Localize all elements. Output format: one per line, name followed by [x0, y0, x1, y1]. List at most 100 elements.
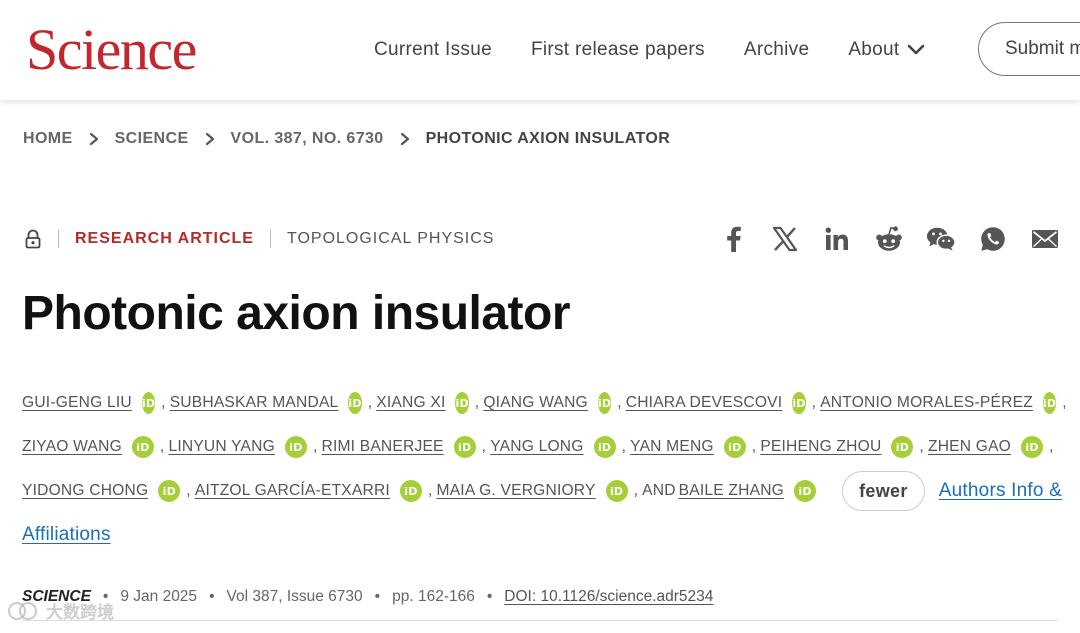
orcid-icon[interactable]: iD [158, 480, 181, 502]
author-link[interactable]: QIANG WANG [483, 394, 588, 412]
author-link[interactable]: ZIYAO WANG [22, 438, 122, 456]
author-separator: , [159, 438, 165, 455]
submit-manuscript-button[interactable]: Submit m [978, 22, 1080, 76]
orcid-icon[interactable]: iD [794, 480, 816, 502]
chevron-down-icon [908, 44, 925, 55]
nav-current-issue[interactable]: Current Issue [374, 39, 492, 61]
orcid-icon[interactable]: iD [348, 392, 362, 414]
author-separator: , [633, 482, 639, 499]
nav-archive[interactable]: Archive [744, 39, 809, 61]
site-header: Science Current Issue First release pape… [0, 0, 1080, 100]
watermark-text: 大数跨境 [46, 603, 114, 622]
whatsapp-icon[interactable] [978, 224, 1008, 254]
email-icon[interactable] [1030, 224, 1060, 254]
breadcrumb: HOME SCIENCE VOL. 387, NO. 6730 PHOTONIC… [23, 130, 670, 148]
author-list: GUI-GENG LIU iD, SUBHASKAR MANDAL iD, XIANG … [22, 381, 1067, 557]
authors-info-link[interactable]: Authors Info & [939, 480, 1062, 502]
author-separator: , [621, 438, 627, 455]
orcid-icon[interactable]: iD [1042, 392, 1057, 414]
orcid-icon[interactable]: iD [723, 436, 746, 458]
divider [58, 230, 59, 248]
orcid-icon[interactable]: iD [593, 436, 616, 458]
breadcrumb-science[interactable]: SCIENCE [115, 130, 189, 148]
citation-line: SCIENCE • 9 Jan 2025 • Vol 387, Issue 67… [22, 588, 713, 606]
watermark: 大数跨境 [6, 598, 114, 623]
fewer-authors-button[interactable]: fewer [842, 471, 925, 511]
separator-dot: • [374, 588, 381, 605]
author-separator: , [161, 394, 166, 411]
author-link[interactable]: AITZOL GARCÍA-ETXARRI [195, 482, 390, 500]
orcid-icon[interactable]: iD [453, 436, 476, 458]
orcid-icon[interactable]: iD [792, 392, 806, 414]
and-conjunction: AND [642, 482, 676, 499]
author-separator: , [919, 438, 924, 455]
author-link[interactable]: YAN MENG [630, 438, 714, 456]
divider [22, 620, 1058, 621]
orcid-icon[interactable]: iD [131, 436, 154, 458]
chevron-right-icon [400, 132, 410, 146]
author-link[interactable]: CHIARA DEVESCOVI [626, 394, 783, 412]
author-group: YIDONG CHONG iD, AITZOL GARCÍA-ETXARRI iD, M… [22, 480, 822, 502]
author-link[interactable]: YIDONG CHONG [22, 482, 148, 500]
orcid-icon[interactable]: iD [1021, 436, 1044, 458]
lock-icon [24, 229, 42, 249]
breadcrumb-volume[interactable]: VOL. 387, NO. 6730 [231, 130, 384, 148]
chevron-right-icon [89, 132, 99, 146]
volume-issue[interactable]: Vol 387, Issue 6730 [227, 588, 363, 606]
author-separator: , [1049, 438, 1054, 455]
orcid-icon[interactable]: iD [284, 436, 307, 458]
separator-dot: • [209, 588, 215, 605]
nav-first-release[interactable]: First release papers [531, 39, 705, 61]
author-separator: , [811, 394, 817, 411]
author-link[interactable]: MAIA G. VERGNIORY [437, 482, 596, 500]
author-link[interactable]: ZHEN GAO [928, 438, 1011, 456]
orcid-icon[interactable]: iD [605, 480, 628, 502]
main-nav: Current Issue First release papers Archi… [374, 0, 964, 100]
reddit-icon[interactable] [874, 224, 904, 254]
separator-dot: • [486, 588, 493, 605]
article-title: Photonic axion insulator [22, 287, 571, 340]
wechat-icon[interactable] [926, 224, 956, 254]
breadcrumb-home[interactable]: HOME [23, 130, 73, 148]
orcid-icon[interactable]: iD [891, 436, 914, 458]
author-line-4: Affiliations [22, 513, 1062, 557]
science-logo[interactable]: Science [26, 14, 197, 86]
page-range: pp. 162-166 [392, 588, 475, 605]
author-line-2: ZIYAO WANG iD, LINYUN YANG iD, RIMI BANERJEE… [22, 425, 1062, 469]
facebook-icon[interactable] [718, 224, 748, 254]
author-separator: , [186, 482, 191, 499]
orcid-icon[interactable]: iD [455, 392, 469, 414]
author-link[interactable]: XIANG XI [376, 394, 445, 412]
author-link[interactable]: LINYUN YANG [168, 438, 274, 456]
author-separator: , [481, 438, 487, 455]
author-link[interactable]: GUI-GENG LIU [22, 394, 132, 412]
author-link[interactable]: BAILE ZHANG [679, 482, 784, 500]
watermark-logo-icon [6, 600, 42, 622]
divider [269, 230, 271, 248]
chevron-right-icon [205, 132, 215, 146]
author-separator: , [751, 438, 757, 455]
nav-about[interactable]: About [848, 39, 925, 61]
article-type[interactable]: RESEARCH ARTICLE [75, 230, 254, 248]
author-separator: , [474, 394, 480, 411]
author-link[interactable]: YANG LONG [490, 438, 583, 456]
breadcrumb-current: PHOTONIC AXION INSULATOR [425, 130, 671, 147]
author-separator: , [617, 394, 622, 411]
author-link[interactable]: PEIHENG ZHOU [760, 438, 881, 456]
author-link[interactable]: SUBHASKAR MANDAL [170, 394, 339, 412]
author-line-1: GUI-GENG LIU iD, SUBHASKAR MANDAL iD, XIANG … [22, 381, 1067, 425]
orcid-icon[interactable]: iD [141, 392, 156, 414]
author-link[interactable]: ANTONIO MORALES-PÉREZ [820, 394, 1033, 412]
author-separator: , [312, 438, 318, 455]
share-bar [718, 224, 1060, 254]
orcid-icon[interactable]: iD [399, 480, 422, 502]
article-topic[interactable]: TOPOLOGICAL PHYSICS [287, 230, 495, 248]
linkedin-icon[interactable] [822, 224, 852, 254]
author-link[interactable]: RIMI BANERJEE [321, 438, 443, 456]
article-meta: RESEARCH ARTICLE TOPOLOGICAL PHYSICS [24, 226, 494, 252]
publication-date: 9 Jan 2025 [120, 588, 198, 605]
affiliations-link[interactable]: Affiliations [22, 524, 111, 546]
doi-link[interactable]: DOI: 10.1126/science.adr5234 [504, 588, 713, 606]
x-icon[interactable] [770, 224, 800, 254]
orcid-icon[interactable]: iD [597, 392, 612, 414]
